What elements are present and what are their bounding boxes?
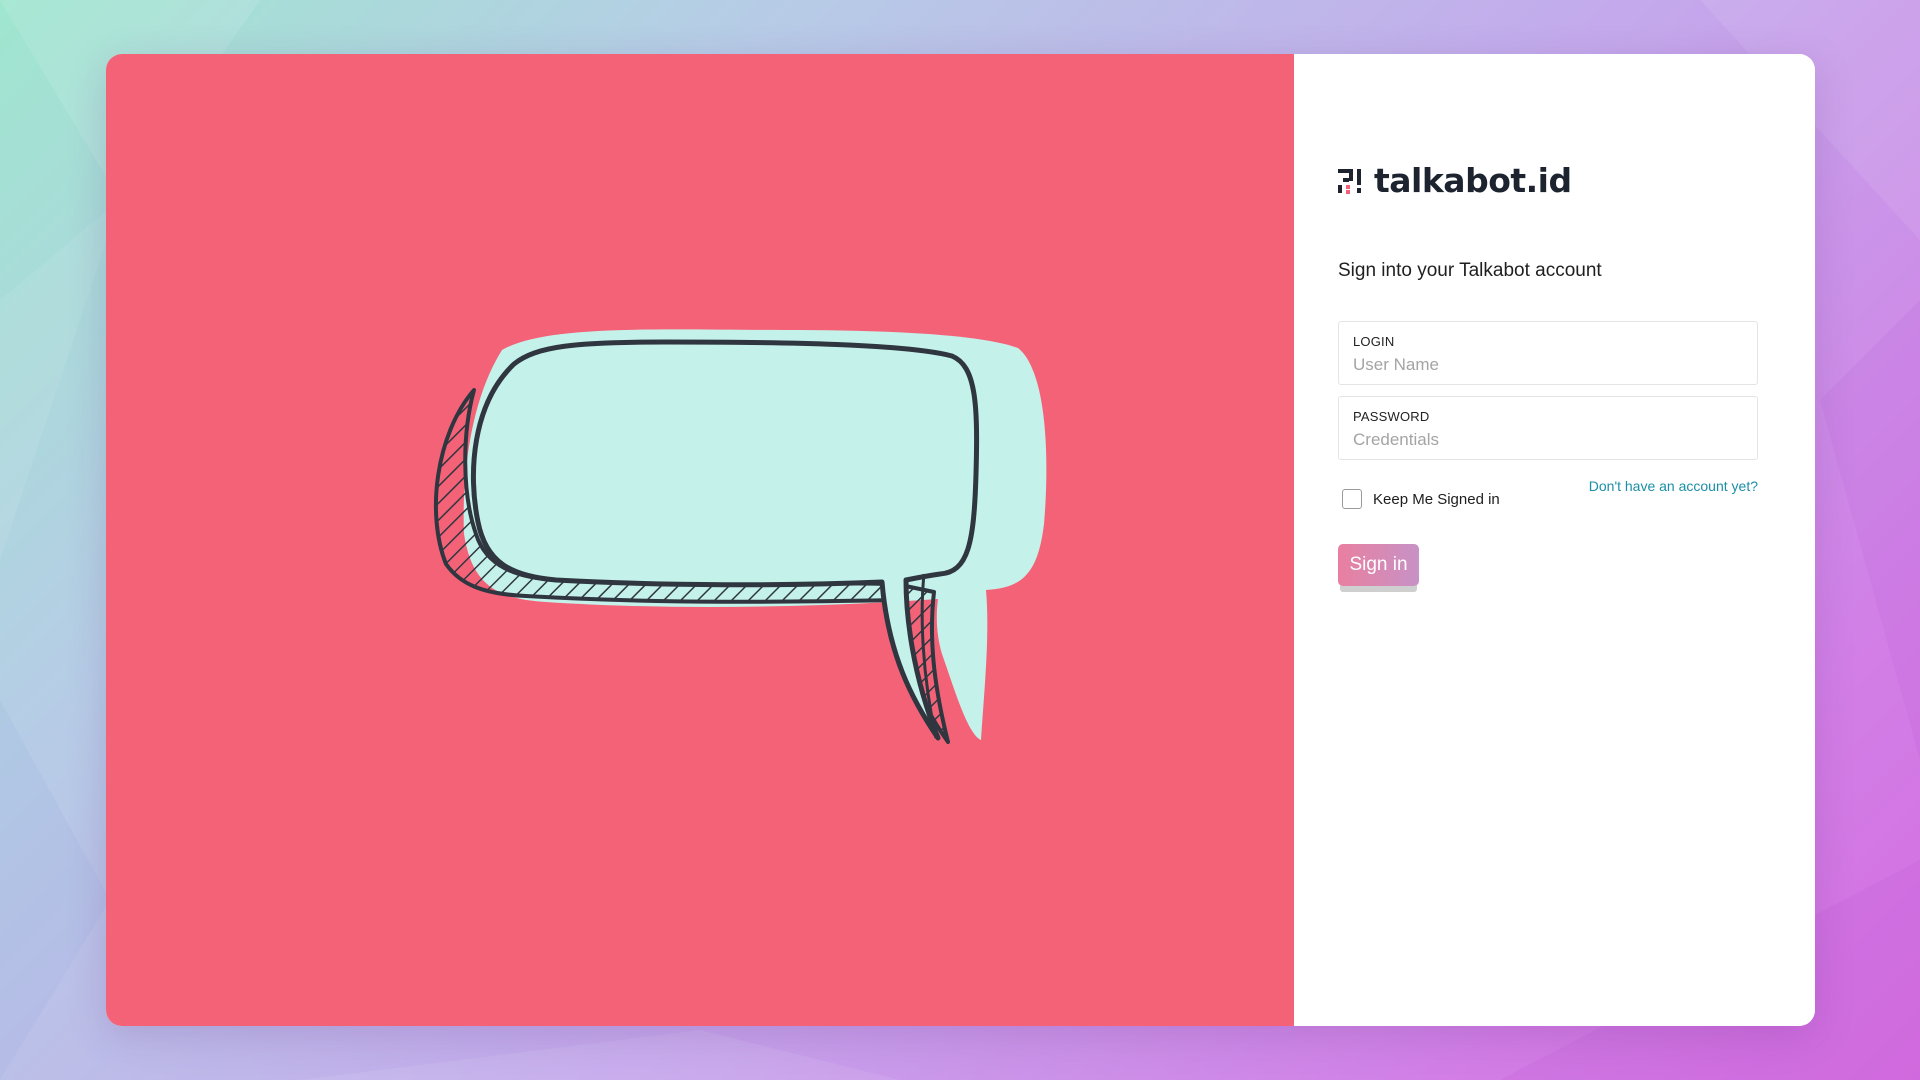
logo-mark-icon [1338,168,1361,194]
username-input[interactable] [1353,354,1743,376]
password-field[interactable]: PASSWORD [1338,396,1758,460]
brand-name: talkabot.id [1374,161,1572,200]
password-label: PASSWORD [1353,409,1430,424]
hero-panel [106,54,1294,1026]
signup-link[interactable]: Don't have an account yet? [1589,478,1758,494]
keep-signed-in[interactable]: Keep Me Signed in [1342,489,1500,509]
login-card: talkabot.id Sign into your Talkabot acco… [106,54,1815,1026]
keep-signed-in-label: Keep Me Signed in [1373,490,1500,508]
speech-bubble-illustration [433,329,1047,744]
login-label: LOGIN [1353,334,1395,349]
form-title: Sign into your Talkabot account [1338,260,1602,281]
brand-logo: talkabot.id [1338,161,1572,200]
password-input[interactable] [1353,429,1743,451]
sign-in-button[interactable]: Sign in [1338,544,1419,586]
keep-signed-in-checkbox[interactable] [1342,489,1362,509]
login-field[interactable]: LOGIN [1338,321,1758,385]
sign-in-panel: talkabot.id Sign into your Talkabot acco… [1294,54,1815,1026]
